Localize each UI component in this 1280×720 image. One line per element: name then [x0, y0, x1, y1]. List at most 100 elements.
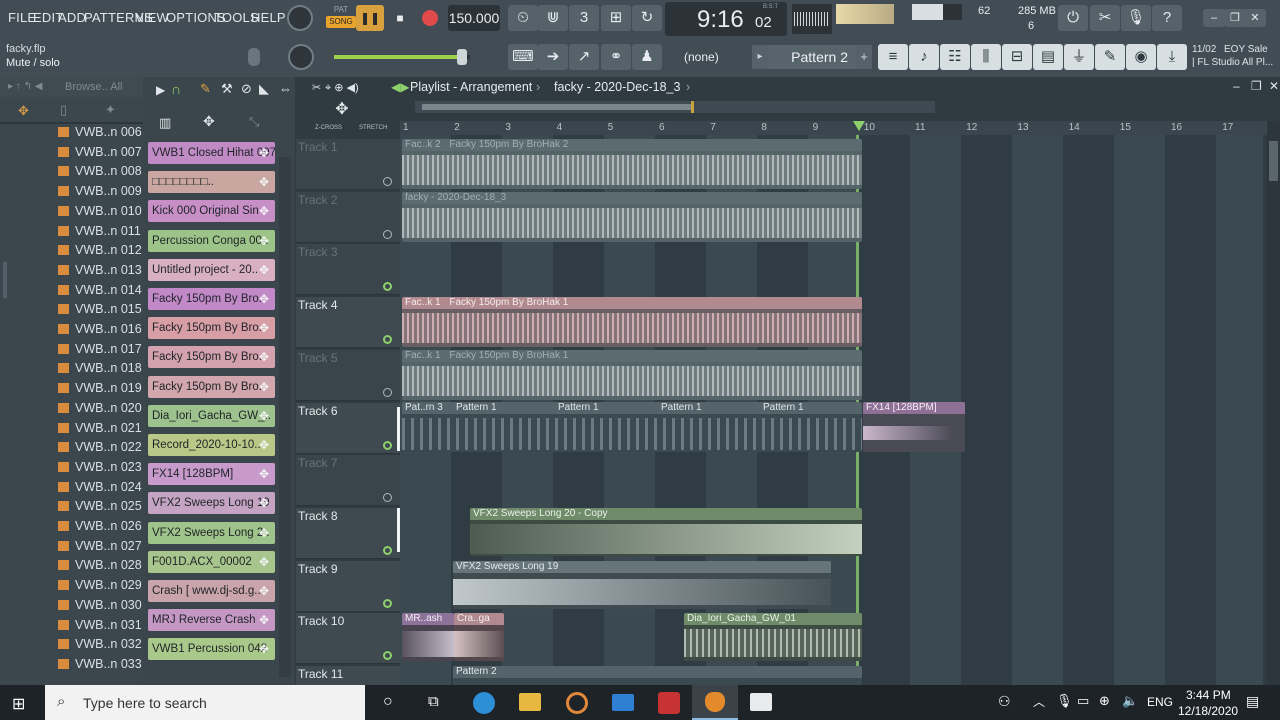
metronome-icon[interactable]: ⏲: [508, 5, 538, 31]
close-icon[interactable]: ✕: [1244, 9, 1266, 27]
clip-track1[interactable]: Fac..k 2 Facky 150pm By BroHak 2: [402, 139, 862, 189]
browser-item[interactable]: VWB..n 033: [58, 655, 142, 674]
channel-drag-icon[interactable]: ✥: [256, 612, 272, 628]
link-icon[interactable]: ⚭: [601, 44, 631, 70]
clip-track6-patterns[interactable]: Pat..rn 3 Pattern 1 Pattern 1 Pattern 1 …: [402, 402, 862, 452]
channel-drag-icon[interactable]: ✥: [256, 379, 272, 395]
clip-crash[interactable]: Cra..ga: [454, 613, 504, 661]
media-player-icon[interactable]: [566, 692, 588, 714]
channel-button[interactable]: VFX2 Sweeps Long 19 ✥: [148, 492, 275, 515]
playlist-window-icon[interactable]: ≡: [878, 44, 908, 70]
browser-item[interactable]: VWB..n 029: [58, 576, 142, 595]
mail-icon[interactable]: [612, 694, 634, 711]
paint-icon[interactable]: ⚒: [221, 81, 233, 97]
clip-track5[interactable]: Fac..k 1 Facky 150pm By BroHak 1: [402, 350, 862, 400]
channel-button[interactable]: VFX2 Sweeps Long 2.. ✥: [148, 521, 275, 544]
tray-device-icon[interactable]: ▭: [1077, 693, 1089, 709]
record-audio-icon[interactable]: ◉: [1126, 44, 1156, 70]
track-mute-led[interactable]: [383, 598, 392, 608]
stretch-label[interactable]: STRETCH: [359, 125, 387, 131]
browser-item[interactable]: VWB..n 010: [58, 202, 142, 221]
browser-item[interactable]: VWB..n 015: [58, 300, 142, 319]
app-icon-red[interactable]: [658, 692, 680, 714]
channel-drag-icon[interactable]: ✥: [256, 262, 272, 278]
browser-item[interactable]: VWB..n 026: [58, 517, 142, 536]
pat-song-toggle[interactable]: PAT SONG: [326, 4, 356, 32]
browser-item[interactable]: VWB..n 017: [58, 340, 142, 359]
cpu-reset-icon[interactable]: ⏻: [1058, 5, 1088, 31]
browser-scrollbar[interactable]: [3, 262, 7, 298]
channel-drag-icon[interactable]: ✥: [256, 525, 272, 541]
channel-button[interactable]: F001D.ACX_00002 ✥: [148, 550, 275, 573]
channel-scrollbar[interactable]: [279, 157, 291, 677]
edge-icon[interactable]: [473, 692, 495, 714]
restore-icon[interactable]: ❐: [1224, 9, 1246, 27]
wait-input-icon[interactable]: ⋓: [538, 5, 568, 31]
download-icon[interactable]: ⤓: [1157, 44, 1187, 70]
channel-drag-icon[interactable]: ✥: [256, 145, 272, 161]
channel-drag-icon[interactable]: ✥: [256, 495, 272, 511]
clip-track11[interactable]: Pattern 2: [453, 666, 862, 685]
snap-selector[interactable]: (none): [675, 46, 745, 68]
vertical-scrollbar[interactable]: [1267, 121, 1280, 685]
channel-button[interactable]: □□□□□□□□.. ✥: [148, 171, 275, 194]
clock-date[interactable]: 12/18/2020: [1178, 704, 1238, 718]
channel-rack-window-icon[interactable]: ☷: [940, 44, 970, 70]
typing-keyboard-icon[interactable]: ⌨: [508, 44, 538, 70]
browser-item[interactable]: VWB..n 011: [58, 222, 141, 241]
channel-button[interactable]: Percussion Conga 00.. ✥: [148, 229, 275, 252]
add-pattern-icon[interactable]: +: [856, 45, 872, 69]
file-explorer-icon[interactable]: [519, 693, 541, 711]
task-view-icon[interactable]: ⧉: [428, 693, 439, 710]
browser-item[interactable]: VWB..n 030: [58, 596, 142, 615]
app-icon-white[interactable]: [750, 693, 772, 711]
channel-button[interactable]: Facky 150pm By Bro.. ✥: [148, 317, 275, 340]
browser-item[interactable]: VWB..n 027: [58, 537, 142, 556]
browser-title[interactable]: Browse.. All: [65, 81, 122, 93]
mute-icon[interactable]: ◣: [259, 81, 269, 97]
channel-button[interactable]: Crash [ www.dj-sd.g.. ✥: [148, 580, 275, 602]
fl-studio-taskbar-button[interactable]: [692, 685, 738, 720]
windows-start-icon[interactable]: ⊞: [12, 694, 25, 714]
news-subline[interactable]: | FL Studio All Pl...: [1192, 57, 1273, 68]
channel-button[interactable]: VWB1 Percussion 042 ✥: [148, 638, 275, 661]
channel-drag-icon[interactable]: ✥: [256, 203, 272, 219]
browser-item[interactable]: VWB..n 031: [58, 616, 142, 635]
channel-move-icon[interactable]: ✥: [203, 113, 215, 130]
track-mute-led[interactable]: [383, 177, 392, 186]
song-time-display[interactable]: 9:16 02 B:S:T: [665, 2, 787, 36]
track-mute-led[interactable]: [383, 440, 392, 450]
timeline-ruler[interactable]: [400, 121, 1270, 135]
browser-item[interactable]: VWB..n 008: [58, 162, 142, 181]
browser-window-icon[interactable]: ⊟: [1002, 44, 1032, 70]
browser-nav-icons[interactable]: ▸ ↑ ↰ ◀: [8, 81, 42, 92]
channel-button[interactable]: Facky 150pm By Bro.. ✥: [148, 346, 275, 369]
channel-drag-icon[interactable]: ✥: [256, 554, 272, 570]
channel-drag-icon[interactable]: ✥: [256, 437, 272, 453]
track-move-icon[interactable]: ✥: [324, 99, 360, 119]
step-edit-icon[interactable]: ➔: [538, 44, 568, 70]
stamp-icon[interactable]: ♟: [632, 44, 662, 70]
channel-drag-icon[interactable]: ✥: [256, 174, 272, 190]
people-icon[interactable]: ⚇: [998, 693, 1011, 710]
channel-drag-icon[interactable]: ✥: [256, 233, 272, 249]
channel-drag-icon[interactable]: ✥: [256, 408, 272, 424]
master-volume-knob[interactable]: [287, 5, 313, 31]
playlist-arrows-icon[interactable]: ◀▶: [391, 80, 409, 94]
channel-button[interactable]: Kick 000 Original Sin ✥: [148, 200, 275, 223]
browser-collapse-icon[interactable]: ✥: [18, 103, 29, 119]
horizontal-scrollbar[interactable]: [415, 101, 935, 113]
cut-icon[interactable]: ✂: [312, 81, 321, 94]
menu-add[interactable]: ADD: [58, 10, 86, 25]
magnet-icon[interactable]: ∩: [171, 81, 181, 97]
pause-icon[interactable]: ❚❚: [356, 5, 384, 31]
tempo-display[interactable]: 150.000: [448, 5, 500, 31]
news-headline[interactable]: EOY Sale: [1224, 44, 1268, 55]
channel-button[interactable]: VWB1 Closed Hihat 097 ✥: [148, 142, 275, 164]
master-pitch-knob[interactable]: [288, 44, 314, 70]
channel-button[interactable]: MRJ Reverse Crash ✥: [148, 609, 275, 632]
clip-track2[interactable]: facky - 2020-Dec-18_3: [402, 192, 862, 242]
breadcrumb[interactable]: facky - 2020-Dec-18_3: [554, 80, 680, 94]
playlist-minimize-icon[interactable]: –: [1233, 79, 1240, 93]
track-mute-led[interactable]: [383, 229, 392, 239]
